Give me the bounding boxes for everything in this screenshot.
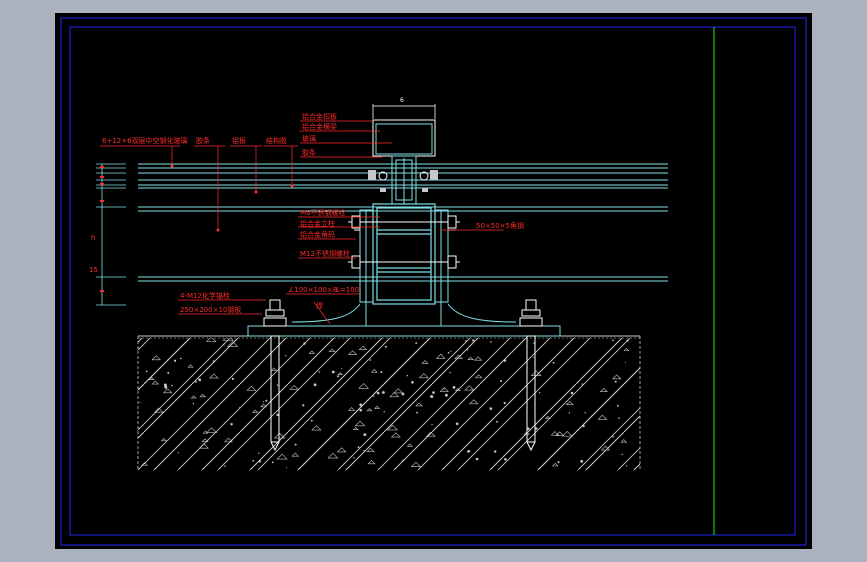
note-length: L=100 bbox=[336, 286, 359, 294]
note-m12-bolt: M12不锈钢螺栓 bbox=[300, 249, 350, 258]
note-steel-plate: 250×200×10钢板 bbox=[180, 305, 241, 314]
note-aluminum-plate: 铝板 bbox=[232, 136, 246, 145]
note-aluminum-cap: 铝合金扣板 bbox=[302, 112, 337, 121]
note-chemical-anchor: 4-M12化学锚栓 bbox=[180, 291, 230, 300]
mullion-stem bbox=[391, 155, 417, 205]
note-weld: 焊 bbox=[316, 301, 323, 310]
top-dimension: 6 bbox=[400, 97, 404, 104]
cad-drawing-canvas[interactable]: h 15 6+12+6双层中空钢化玻璃 胶条 铝板 结构胶 6 铝合金扣板 铝合… bbox=[0, 0, 867, 562]
side-dimension-15: 15 bbox=[89, 266, 98, 274]
note-steel-angle: 50×50×5角钢 bbox=[476, 221, 524, 230]
note-gasket-top: 胶条 bbox=[302, 148, 316, 157]
note-structural-sealant: 结构胶 bbox=[266, 136, 287, 145]
note-glass: 玻璃 bbox=[302, 134, 316, 143]
cad-viewer: h 15 6+12+6双层中空钢化玻璃 胶条 铝板 结构胶 6 铝合金扣板 铝合… bbox=[0, 0, 867, 562]
note-aluminum-beam: 铝合金横梁 bbox=[302, 122, 337, 131]
note-m6-bolt: M6不锈钢螺栓 bbox=[300, 208, 346, 217]
note-aluminum-column: 铝合金立柱 bbox=[300, 219, 335, 228]
note-gasket-left: 胶条 bbox=[196, 136, 210, 145]
note-aluminum-bracket: 铝合金角码 bbox=[300, 230, 335, 239]
side-dimension-h: h bbox=[91, 234, 95, 242]
note-insulated-glass: 6+12+6双层中空钢化玻璃 bbox=[102, 136, 188, 145]
note-steel-angle-base: ∠100×100×8 bbox=[288, 286, 337, 294]
